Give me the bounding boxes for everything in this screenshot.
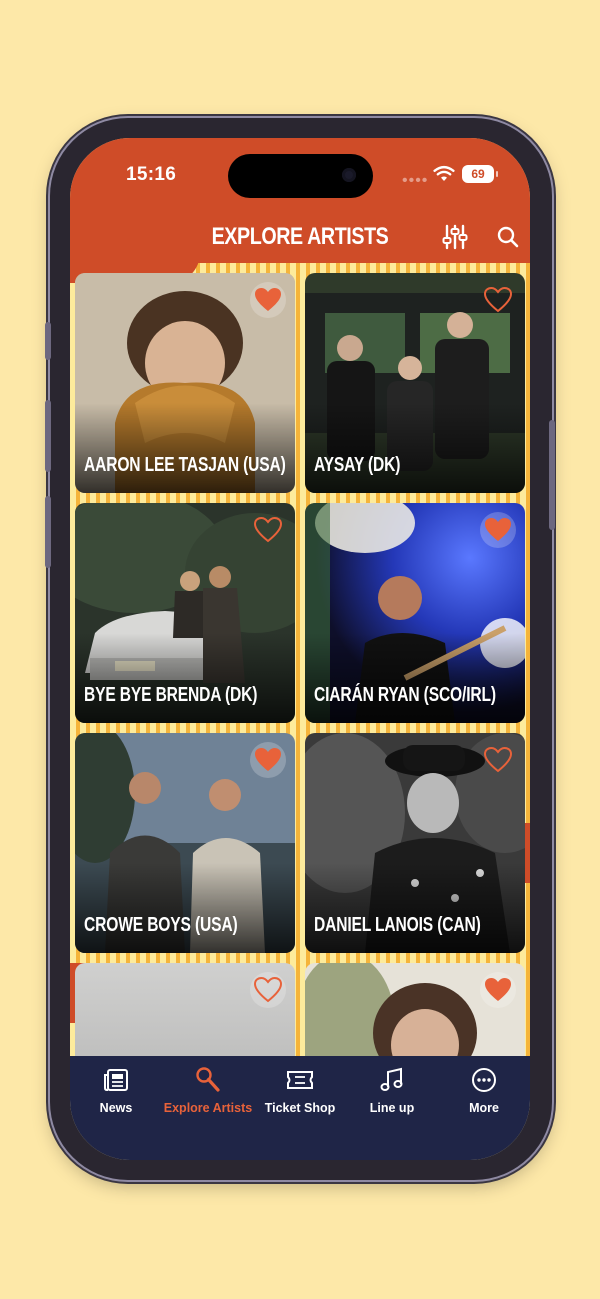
artist-card[interactable]: CROWE BOYS (USA) xyxy=(75,733,295,953)
artist-card[interactable]: CIARÁN RYAN (SCO/IRL) xyxy=(305,503,525,723)
ticket-icon xyxy=(287,1071,313,1089)
heart-icon[interactable] xyxy=(250,742,286,778)
signal-dots-icon: •••• xyxy=(402,172,429,189)
sliders-icon[interactable] xyxy=(442,223,468,251)
card-scrim xyxy=(305,863,525,953)
card-scrim xyxy=(75,403,295,493)
music-note-icon xyxy=(380,1067,403,1091)
battery-indicator: 69 xyxy=(462,165,498,183)
phone-side-button xyxy=(45,322,51,360)
artist-name: CIARÁN RYAN (SCO/IRL) xyxy=(314,684,496,706)
phone-side-button xyxy=(549,420,555,530)
search-icon[interactable] xyxy=(496,225,520,249)
tab-label: Ticket Shop xyxy=(264,1101,336,1115)
artist-name: DANIEL LANOIS (CAN) xyxy=(314,914,481,936)
artist-card[interactable] xyxy=(75,963,295,1060)
newspaper-icon xyxy=(104,1069,128,1091)
more-icon xyxy=(472,1068,496,1092)
heart-icon[interactable] xyxy=(250,972,286,1008)
artist-name: CROWE BOYS (USA) xyxy=(84,914,238,936)
artist-card[interactable] xyxy=(305,963,525,1060)
artist-card[interactable]: AARON LEE TASJAN (USA) xyxy=(75,273,295,493)
artist-name: BYE BYE BRENDA (DK) xyxy=(84,684,258,706)
phone-side-button xyxy=(45,400,51,472)
app-screen: 15:16 •••• 69 EXPLORE ARTISTS AARON LEE … xyxy=(70,138,530,1160)
camera-icon xyxy=(342,168,356,182)
tab-more[interactable]: More xyxy=(438,1056,530,1126)
card-scrim xyxy=(75,633,295,723)
artist-card[interactable]: DANIEL LANOIS (CAN) xyxy=(305,733,525,953)
heart-icon[interactable] xyxy=(480,742,516,778)
card-scrim xyxy=(75,863,295,953)
tab-explore-artists[interactable]: Explore Artists xyxy=(162,1056,254,1126)
page-title: EXPLORE ARTISTS xyxy=(211,223,389,250)
tab-label: Line up xyxy=(369,1101,415,1115)
heart-icon[interactable] xyxy=(250,282,286,318)
card-scrim xyxy=(305,633,525,723)
tab-ticket-shop[interactable]: Ticket Shop xyxy=(254,1056,346,1126)
artist-grid: AARON LEE TASJAN (USA) AYSAY (DK) BYE BY… xyxy=(70,263,530,1060)
wifi-icon xyxy=(433,165,455,181)
artist-name: AYSAY (DK) xyxy=(314,454,401,476)
tab-label: Explore Artists xyxy=(163,1101,253,1115)
status-bar: 15:16 •••• 69 xyxy=(70,138,530,213)
tab-label: More xyxy=(469,1101,499,1115)
heart-icon[interactable] xyxy=(480,282,516,318)
status-time: 15:16 xyxy=(126,164,177,185)
tab-line-up[interactable]: Line up xyxy=(346,1056,438,1126)
artist-card[interactable]: AYSAY (DK) xyxy=(305,273,525,493)
tab-label: News xyxy=(99,1101,133,1115)
artist-name: AARON LEE TASJAN (USA) xyxy=(84,454,286,476)
heart-icon[interactable] xyxy=(480,512,516,548)
card-scrim xyxy=(305,403,525,493)
guitar-search-icon xyxy=(196,1067,220,1092)
heart-icon[interactable] xyxy=(250,512,286,548)
artist-card[interactable]: BYE BYE BRENDA (DK) xyxy=(75,503,295,723)
tab-news[interactable]: News xyxy=(70,1056,162,1126)
phone-side-button xyxy=(45,496,51,568)
bottom-tab-bar: News Explore Artists Ticket Shop Line up… xyxy=(70,1056,530,1160)
heart-icon[interactable] xyxy=(480,972,516,1008)
